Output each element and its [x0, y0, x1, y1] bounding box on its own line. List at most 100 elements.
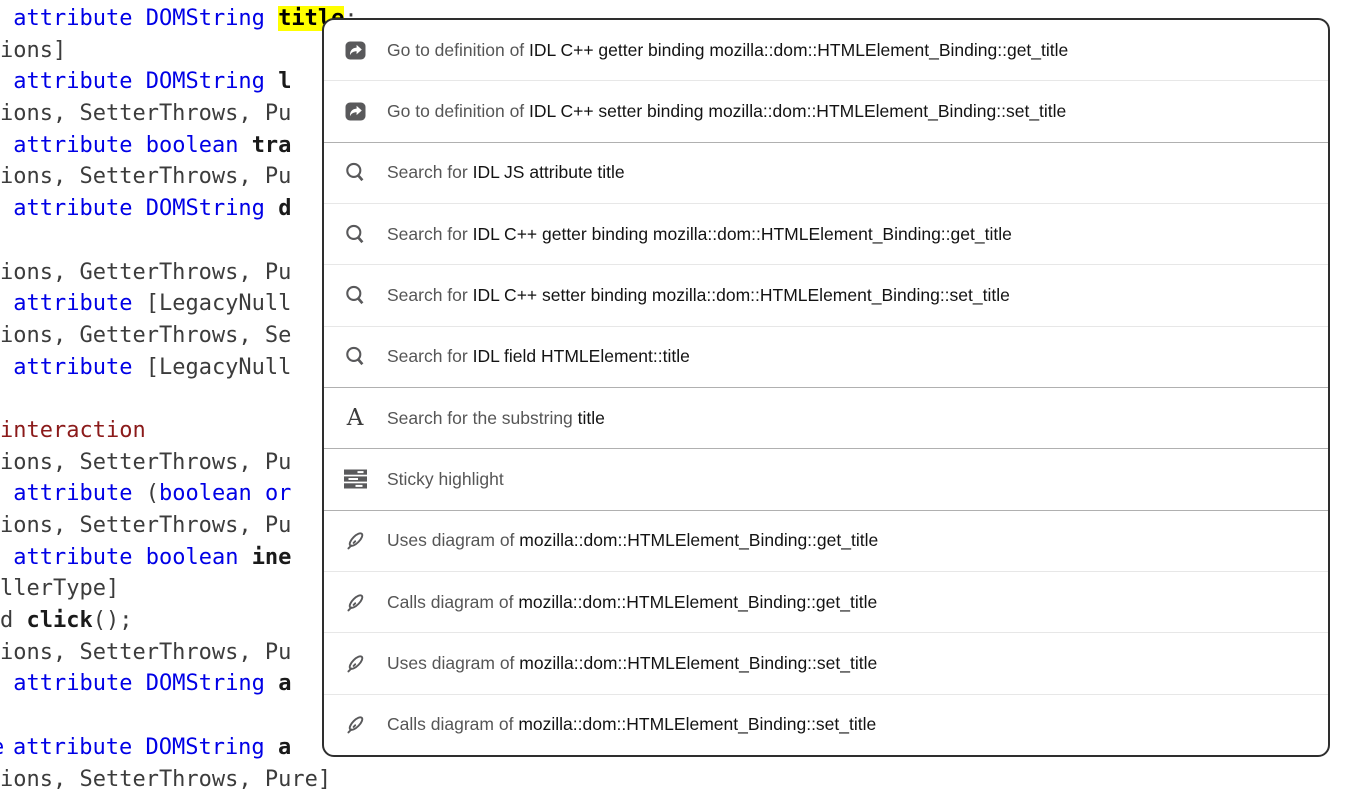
menu-item-label: Go to definition of IDL C++ setter bindi… [387, 101, 1066, 122]
code-token: d [278, 196, 291, 221]
code-line: attribute DOMString a [0, 668, 358, 700]
code-token: attribute [13, 133, 132, 158]
code-token: attribute [13, 671, 132, 696]
code-token [132, 69, 145, 94]
code-line [0, 383, 358, 415]
menu-item-symbol: mozilla::dom::HTMLElement_Binding::get_t… [519, 530, 878, 550]
code-token [265, 6, 278, 31]
menu-item-symbol: IDL C++ getter binding mozilla::dom::HTM… [529, 40, 1068, 60]
code-line: attribute (boolean or [0, 478, 358, 510]
code-token [132, 735, 145, 760]
menu-item-symbol: IDL C++ setter binding mozilla::dom::HTM… [529, 101, 1066, 121]
code-token: or [265, 481, 292, 506]
menu-item-uses-diagram-getter[interactable]: Uses diagram of mozilla::dom::HTMLElemen… [324, 510, 1328, 571]
code-line: ions, GetterThrows, Pu [0, 257, 358, 289]
code-token: ions] [0, 38, 66, 63]
menu-item-symbol: IDL JS attribute title [473, 162, 625, 182]
menu-item-label: Sticky highlight [387, 469, 504, 490]
code-token: [LegacyNull [132, 355, 291, 380]
code-token: d [0, 608, 27, 633]
code-line: attribute [LegacyNull [0, 288, 358, 320]
go-to-definition-icon [342, 41, 368, 60]
code-token [265, 735, 278, 760]
code-token [0, 6, 13, 31]
code-pane: attribute DOMString title; ions] attribut… [0, 3, 358, 795]
menu-item-search-setter-binding[interactable]: Search for IDL C++ setter binding mozill… [324, 264, 1328, 325]
code-token [132, 133, 145, 158]
code-line: attribute boolean tra [0, 130, 358, 162]
code-line: ions, SetterThrows, Pu [0, 161, 358, 193]
code-token: DOMString [146, 69, 265, 94]
menu-item-search-idl-field[interactable]: Search for IDL field HTMLElement::title [324, 326, 1328, 387]
menu-item-label: Search for the substring title [387, 408, 605, 429]
menu-item-symbol: mozilla::dom::HTMLElement_Binding::set_t… [518, 714, 876, 734]
code-token [265, 69, 278, 94]
code-token: ions, SetterThrows, Pu [0, 450, 291, 475]
code-line: ions, GetterThrows, Se [0, 320, 358, 352]
code-line: attribute DOMString d [0, 193, 358, 225]
menu-item-sticky-highlight[interactable]: Sticky highlight [324, 448, 1328, 509]
code-token: l [278, 69, 291, 94]
search-icon [342, 285, 368, 306]
menu-item-search-substring[interactable]: A Search for the substring title [324, 387, 1328, 448]
menu-item-calls-diagram-setter[interactable]: Calls diagram of mozilla::dom::HTMLEleme… [324, 694, 1328, 755]
menu-item-uses-diagram-setter[interactable]: Uses diagram of mozilla::dom::HTMLElemen… [324, 632, 1328, 693]
substring-search-icon: A [342, 407, 368, 430]
code-token [0, 69, 13, 94]
code-token [0, 355, 13, 380]
code-token: DOMString [145, 735, 264, 760]
code-line: ions, SetterThrows, Pu [0, 447, 358, 479]
menu-item-label: Search for IDL JS attribute title [387, 162, 625, 183]
menu-item-label: Go to definition of IDL C++ getter bindi… [387, 40, 1068, 61]
menu-item-symbol: IDL C++ getter binding mozilla::dom::HTM… [473, 224, 1012, 244]
menu-item-search-idl-js-attribute[interactable]: Search for IDL JS attribute title [324, 142, 1328, 203]
code-line: eattribute DOMString a [0, 732, 358, 764]
code-token: attribute [13, 196, 132, 221]
menu-item-symbol: mozilla::dom::HTMLElement_Binding::get_t… [518, 592, 877, 612]
menu-item-symbol: mozilla::dom::HTMLElement_Binding::set_t… [519, 653, 877, 673]
code-line [0, 700, 358, 732]
search-icon [342, 346, 368, 367]
code-token: attribute [13, 481, 132, 506]
code-line: ions, SetterThrows, Pu [0, 98, 358, 130]
search-icon [342, 224, 368, 245]
code-token: boolean [146, 545, 239, 570]
code-token [0, 291, 13, 316]
code-token: attribute [13, 69, 132, 94]
code-token [265, 671, 278, 696]
code-line: ions] [0, 35, 358, 67]
code-token: ine [252, 545, 292, 570]
code-token [132, 671, 145, 696]
menu-item-search-getter-binding[interactable]: Search for IDL C++ getter binding mozill… [324, 203, 1328, 264]
menu-item-symbol: IDL C++ setter binding mozilla::dom::HTM… [473, 285, 1010, 305]
code-line: attribute DOMString title; [0, 3, 358, 35]
code-token [0, 481, 13, 506]
code-line: interaction [0, 415, 358, 447]
code-token: interaction [0, 418, 146, 443]
code-token: click [27, 608, 93, 633]
code-token: DOMString [146, 671, 265, 696]
code-token: ions, SetterThrows, Pu [0, 164, 291, 189]
menu-item-goto-def-getter[interactable]: Go to definition of IDL C++ getter bindi… [324, 20, 1328, 80]
code-token: tra [252, 133, 292, 158]
code-token: DOMString [146, 6, 265, 31]
code-token: [LegacyNull [132, 291, 291, 316]
code-token: a [278, 671, 291, 696]
menu-item-calls-diagram-getter[interactable]: Calls diagram of mozilla::dom::HTMLEleme… [324, 571, 1328, 632]
diagram-icon [342, 592, 368, 613]
menu-item-label: Search for IDL C++ getter binding mozill… [387, 224, 1012, 245]
menu-item-goto-def-setter[interactable]: Go to definition of IDL C++ setter bindi… [324, 80, 1328, 141]
code-token [238, 133, 251, 158]
code-token [132, 196, 145, 221]
code-token: ( [132, 481, 159, 506]
code-line: ions, SetterThrows, Pure] [0, 764, 358, 795]
go-to-definition-icon [342, 102, 368, 121]
code-token: ions, SetterThrows, Pu [0, 513, 291, 538]
code-token: (); [93, 608, 133, 633]
code-token: DOMString [146, 196, 265, 221]
code-token [265, 196, 278, 221]
code-token: a [278, 735, 291, 760]
code-token: e [0, 732, 13, 764]
code-token: attribute [13, 291, 132, 316]
code-token: ions, GetterThrows, Se [0, 323, 291, 348]
